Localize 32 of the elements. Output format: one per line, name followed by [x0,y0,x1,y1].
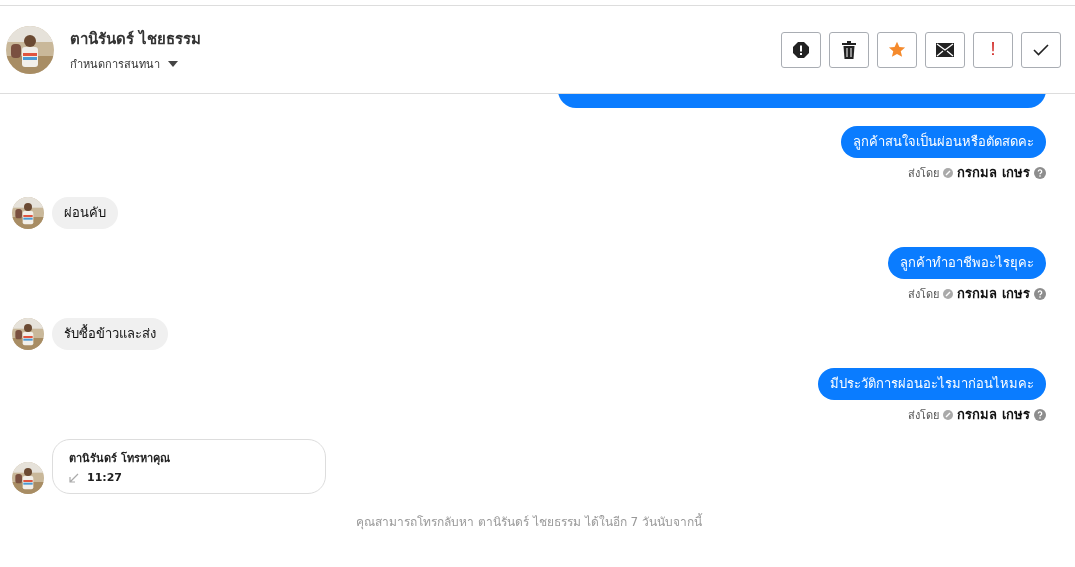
envelope-icon [936,42,954,57]
contact-name: ตานิรันดร์ ไชยธรรม [70,28,202,50]
alert-icon [792,40,810,59]
report-button[interactable] [781,31,821,68]
sender-name: กรกมล เกษร [957,406,1030,424]
star-icon [888,40,906,59]
sent-by-label: ส่งโดย [908,286,940,303]
mail-button[interactable] [925,31,965,68]
message-bubble: มีประวัติการผ่อนอะไรมาก่อนไหมคะ [818,368,1046,400]
sender-name: กรกมล เกษร [957,164,1030,182]
sender-name: กรกมล เกษร [957,285,1030,303]
help-icon [1034,408,1046,421]
sent-by-label: ส่งโดย [908,407,940,424]
conversation-menu[interactable]: กำหนดการสนทนา [70,54,202,73]
help-icon [1034,287,1046,300]
sent-by-label: ส่งโดย [908,165,940,182]
check-icon [1033,43,1049,56]
delete-button[interactable] [829,31,869,68]
call-title: ตานิรันดร์ โทรหาคุณ [69,450,171,467]
message-bubble: ผ่อนคับ [52,197,118,229]
call-time: 11:27 [87,471,122,484]
incoming-call-icon [69,472,79,483]
star-button[interactable] [877,31,917,68]
trash-icon [841,40,857,59]
help-icon [1034,166,1046,179]
message-bubble: ลูกค้าทำอาชีพอะไรยุคะ [888,247,1046,279]
message-bubble: รับซื้อข้าวและส่ง [52,318,168,350]
message-bubble: ลูกค้าสนใจเป็นผ่อนหรือตัดสดคะ [841,126,1046,158]
callback-notice: คุณสามารถโทรกลับหา ตานิรันดร์ ไชยธรรม ได้ในอีก 7 วันนับจากนี้ [356,512,702,531]
done-button[interactable] [1021,31,1061,68]
caret-icon [168,60,178,67]
important-button[interactable]: ! [973,31,1013,68]
